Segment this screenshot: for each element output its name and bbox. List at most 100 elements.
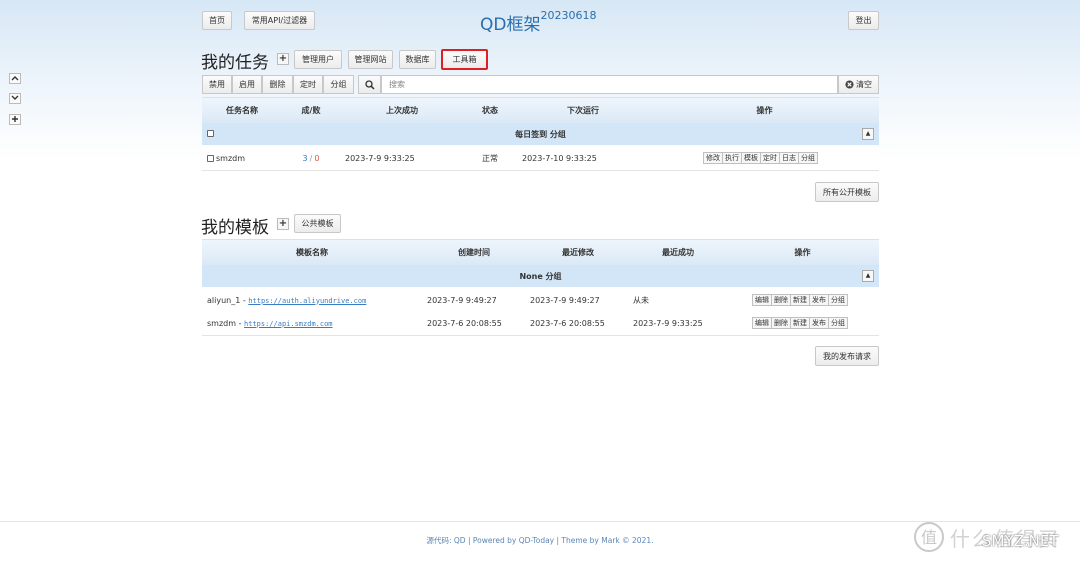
template-group-row: None 分组 ▲ — [202, 265, 879, 287]
chevron-up-icon[interactable] — [9, 73, 21, 84]
tasks-table-header: 任务名称 成/败 上次成功 状态 下次运行 操作 — [202, 97, 879, 123]
app-version: 20230618 — [540, 9, 597, 22]
group-name: 每日签到 分组 — [515, 129, 566, 139]
template-ops: 编辑 删除 新建 发布 分组 — [752, 294, 848, 306]
database-button[interactable]: 数据库 — [399, 50, 436, 69]
chevron-down-icon[interactable] — [9, 93, 21, 104]
task-schedule-button[interactable]: 定时 — [760, 152, 780, 164]
source-code-link[interactable]: 源代码: QD — [426, 536, 465, 545]
schedule-button[interactable]: 定时 — [293, 75, 323, 94]
count-separator: / — [309, 154, 313, 163]
column-header: 最近成功 — [662, 248, 694, 257]
task-group-button[interactable]: 分组 — [798, 152, 818, 164]
clear-icon — [845, 80, 854, 89]
modified-cell: 2023-7-9 9:49:27 — [530, 296, 600, 305]
delete-template-button[interactable]: 删除 — [771, 317, 791, 329]
add-task-button[interactable]: + — [277, 53, 289, 65]
next-run-cell: 2023-7-10 9:33:25 — [522, 154, 597, 163]
last-success-cell: 从未 — [633, 296, 649, 305]
new-task-button[interactable]: 新建 — [790, 294, 810, 306]
column-header: 最近修改 — [562, 248, 594, 257]
task-name: smzdm — [216, 154, 246, 163]
disable-button[interactable]: 禁用 — [202, 75, 232, 94]
task-ops: 修改 执行 模板 定时 日志 分组 — [703, 152, 818, 164]
manage-users-button[interactable]: 管理用户 — [294, 50, 342, 69]
modified-cell: 2023-7-6 20:08:55 — [530, 319, 605, 328]
row-checkbox[interactable] — [207, 155, 214, 162]
column-header: 状态 — [482, 106, 498, 115]
template-url-link[interactable]: https://auth.aliyundrive.com — [248, 297, 366, 305]
watermark-en-text: SMYZ.NET — [982, 532, 1059, 550]
created-cell: 2023-7-9 9:49:27 — [427, 296, 497, 305]
fail-count: 0 — [314, 154, 320, 163]
my-publish-requests-button[interactable]: 我的发布请求 — [815, 346, 879, 366]
plus-icon[interactable] — [9, 114, 21, 125]
new-task-button[interactable]: 新建 — [790, 317, 810, 329]
group-name: None 分组 — [519, 271, 562, 281]
group-template-button[interactable]: 分组 — [828, 317, 848, 329]
column-header: 创建时间 — [458, 248, 490, 257]
task-group-row: 每日签到 分组 ▲ — [202, 123, 879, 145]
publish-template-button[interactable]: 发布 — [809, 317, 829, 329]
column-header: 下次运行 — [567, 106, 599, 115]
templates-table-header: 模板名称 创建时间 最近修改 最近成功 操作 — [202, 239, 879, 265]
clear-label: 清空 — [856, 80, 872, 89]
template-name-cell: aliyun_1 - https://auth.aliyundrive.com — [207, 289, 366, 312]
delete-button[interactable]: 删除 — [262, 75, 293, 94]
template-name-cell: smzdm - https://api.smzdm.com — [207, 312, 333, 335]
logout-button[interactable]: 登出 — [848, 11, 879, 30]
table-row: smzdm - https://api.smzdm.com 2023-7-6 2… — [202, 312, 879, 336]
watermark: 值 什么值得买 SMYZ.NET — [912, 519, 1072, 555]
table-row: aliyun_1 - https://auth.aliyundrive.com … — [202, 289, 879, 313]
column-header: 模板名称 — [296, 248, 328, 257]
collapse-icon[interactable]: ▲ — [862, 128, 874, 140]
template-url-link[interactable]: https://api.smzdm.com — [244, 320, 333, 328]
footer-separator: | — [465, 536, 473, 545]
api-filter-button[interactable]: 常用API/过滤器 — [244, 11, 315, 30]
manage-sites-button[interactable]: 管理网站 — [348, 50, 393, 69]
group-template-button[interactable]: 分组 — [828, 294, 848, 306]
column-header: 上次成功 — [386, 106, 418, 115]
powered-by-link[interactable]: Powered by QD-Today — [473, 536, 554, 545]
search-input[interactable]: 搜索 — [381, 75, 838, 94]
home-button[interactable]: 首页 — [202, 11, 232, 30]
collapse-icon[interactable]: ▲ — [862, 270, 874, 282]
watermark-logo-icon: 值 — [914, 522, 944, 552]
tasks-heading: 我的任务 — [201, 53, 269, 73]
column-header: 任务名称 — [226, 106, 258, 115]
task-log-button[interactable]: 日志 — [779, 152, 799, 164]
name-dash: - — [240, 296, 249, 305]
last-success-cell: 2023-7-9 9:33:25 — [633, 319, 703, 328]
template-name: smzdm — [207, 319, 237, 328]
column-header: 操作 — [756, 106, 773, 115]
edit-template-button[interactable]: 编辑 — [752, 294, 772, 306]
last-success-cell: 2023-7-9 9:33:25 — [345, 154, 415, 163]
task-template-button[interactable]: 模板 — [741, 152, 761, 164]
column-header: 操作 — [794, 248, 811, 257]
all-public-templates-button[interactable]: 所有公开模板 — [815, 182, 879, 202]
svg-text:值: 值 — [921, 528, 937, 547]
public-templates-button[interactable]: 公共模板 — [294, 214, 341, 233]
name-dash: - — [236, 319, 245, 328]
edit-task-button[interactable]: 修改 — [703, 152, 723, 164]
clear-button[interactable]: 清空 — [838, 75, 879, 94]
templates-heading: 我的模板 — [201, 218, 269, 238]
group-button[interactable]: 分组 — [323, 75, 354, 94]
edit-template-button[interactable]: 编辑 — [752, 317, 772, 329]
run-task-button[interactable]: 执行 — [722, 152, 742, 164]
delete-template-button[interactable]: 删除 — [771, 294, 791, 306]
created-cell: 2023-7-6 20:08:55 — [427, 319, 502, 328]
task-name-cell[interactable]: smzdm — [207, 147, 245, 170]
search-icon[interactable] — [358, 75, 381, 94]
toolbox-button[interactable]: 工具箱 — [441, 49, 488, 70]
app-title: QD框架 — [480, 15, 541, 35]
enable-button[interactable]: 启用 — [232, 75, 262, 94]
publish-template-button[interactable]: 发布 — [809, 294, 829, 306]
table-row: smzdm 3/0 2023-7-9 9:33:25 正常 2023-7-10 … — [202, 147, 879, 171]
success-fail-cell: 3/0 — [282, 147, 340, 170]
page-title: QD框架20230618 — [480, 9, 597, 35]
template-name: aliyun_1 — [207, 296, 241, 305]
theme-credit: Theme by Mark © 2021. — [561, 536, 654, 545]
template-ops: 编辑 删除 新建 发布 分组 — [752, 317, 848, 329]
add-template-button[interactable]: + — [277, 218, 289, 230]
